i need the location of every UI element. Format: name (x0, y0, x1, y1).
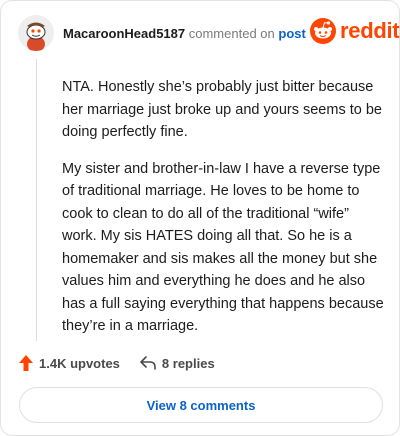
comment-header: MacaroonHead5187 commented on post (63, 26, 306, 41)
upvote-arrow-icon (19, 355, 33, 371)
thread-line (36, 59, 37, 341)
reddit-logo[interactable]: reddit (310, 18, 400, 44)
comment-body: NTA. Honestly she’s probably just bitter… (62, 76, 384, 352)
upvote-count: 1.4K upvotes (39, 355, 120, 371)
snoo-avatar-icon (18, 15, 54, 51)
comment-paragraph: My sister and brother-in-law I have a re… (62, 160, 384, 335)
comment-card: MacaroonHead5187 commented on post reddi… (0, 0, 400, 436)
replies-button[interactable]: 8 replies (140, 356, 215, 371)
action-text: commented on (188, 26, 275, 41)
upvote-button[interactable]: 1.4K upvotes (19, 355, 120, 371)
post-link[interactable]: post (278, 26, 305, 41)
action-bar: 1.4K upvotes 8 replies (19, 355, 215, 371)
reddit-alien-icon (310, 18, 336, 44)
comment-paragraph: NTA. Honestly she’s probably just bitter… (62, 79, 382, 140)
view-comments-button[interactable]: View 8 comments (19, 387, 383, 423)
reply-count: 8 replies (161, 355, 215, 371)
username[interactable]: MacaroonHead5187 (63, 26, 185, 41)
logo-text: reddit (340, 18, 400, 43)
reply-icon (140, 356, 156, 370)
view-comments-label: View 8 comments (146, 397, 256, 413)
avatar[interactable] (18, 15, 54, 51)
